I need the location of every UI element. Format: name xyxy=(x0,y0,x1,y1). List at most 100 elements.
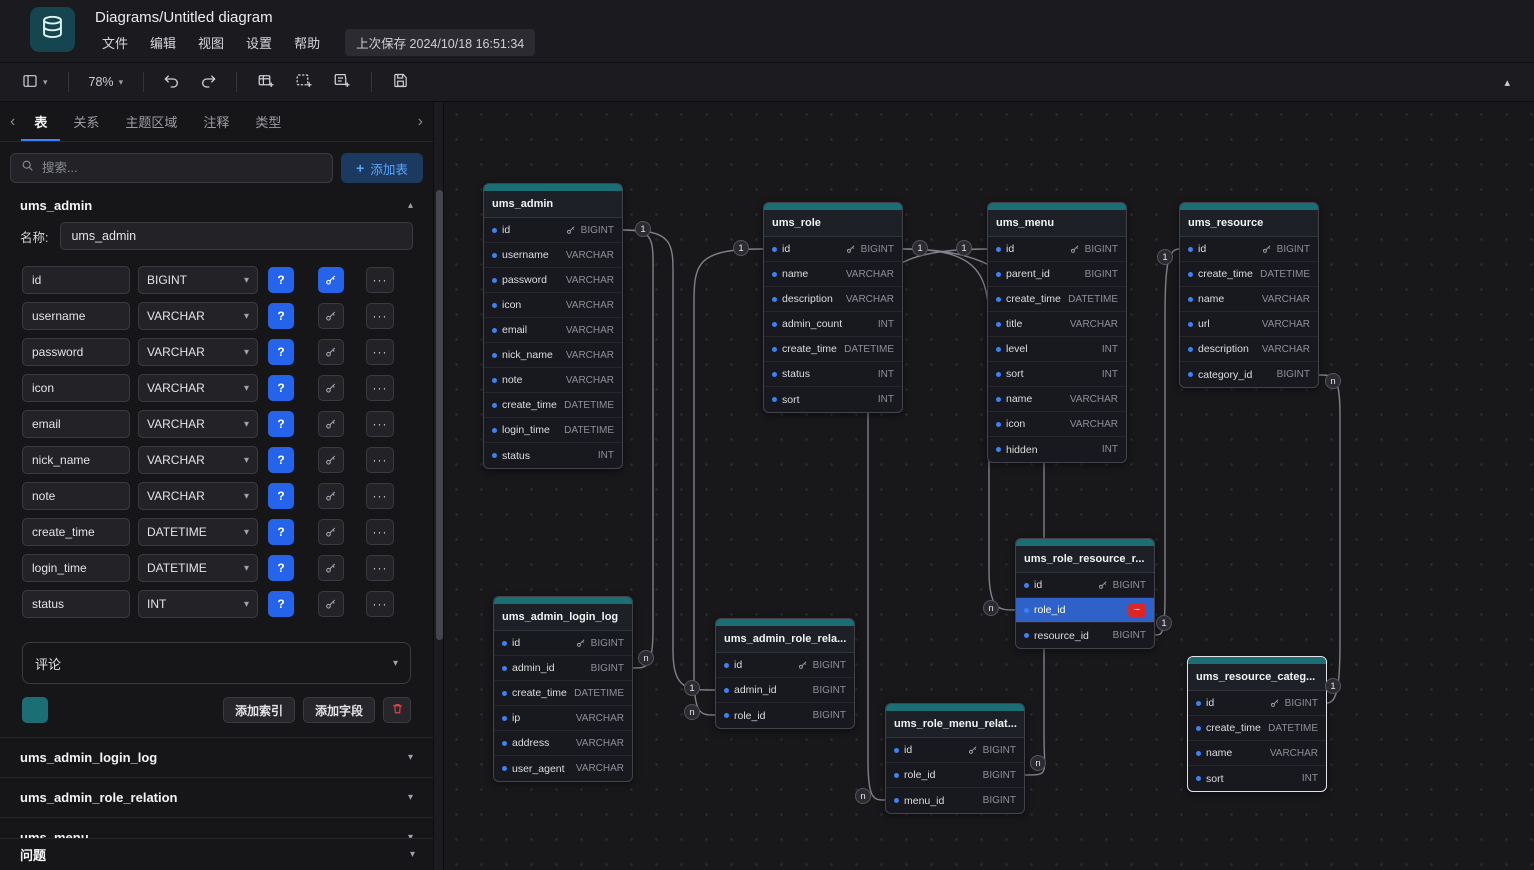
diagram-field-row[interactable]: name VARCHAR xyxy=(1180,287,1318,312)
field-key-button[interactable] xyxy=(318,375,344,401)
diagram-field-row[interactable]: id BIGINT xyxy=(886,738,1024,763)
diagram-table-ums_admin_role_relation[interactable]: ums_admin_role_rela... id BIGINT admin_i… xyxy=(715,618,855,729)
field-more-button[interactable]: ··· xyxy=(366,303,394,329)
field-more-button[interactable]: ··· xyxy=(366,483,394,509)
diagram-field-row[interactable]: create_time DATETIME xyxy=(764,337,902,362)
field-nullable-button[interactable]: ? xyxy=(268,411,294,437)
field-more-button[interactable]: ··· xyxy=(366,339,394,365)
delete-table-button[interactable] xyxy=(383,697,411,723)
field-type-select[interactable]: INT▾ xyxy=(138,590,258,618)
field-key-button[interactable] xyxy=(318,591,344,617)
relationship-edge[interactable] xyxy=(623,230,715,690)
field-more-button[interactable]: ··· xyxy=(366,375,394,401)
diagram-field-row[interactable]: sort INT xyxy=(1188,766,1326,791)
diagram-field-row[interactable]: create_time DATETIME xyxy=(1180,262,1318,287)
field-type-select[interactable]: VARCHAR▾ xyxy=(138,302,258,330)
table-accordion-ums_menu[interactable]: ums_menu ▾ xyxy=(0,818,433,838)
field-type-select[interactable]: VARCHAR▾ xyxy=(138,446,258,474)
table-accordion-ums_admin_role_relation[interactable]: ums_admin_role_relation ▾ xyxy=(0,778,433,818)
field-name-input[interactable] xyxy=(22,302,130,330)
menu-item[interactable]: 视图 xyxy=(187,29,235,56)
field-name-input[interactable] xyxy=(22,554,130,582)
diagram-field-row[interactable]: description VARCHAR xyxy=(764,287,902,312)
zoom-dropdown[interactable]: 78% ▾ xyxy=(81,70,132,94)
scrollbar-thumb[interactable] xyxy=(436,190,443,640)
field-name-input[interactable] xyxy=(22,410,130,438)
diagram-field-row[interactable]: id BIGINT xyxy=(494,631,632,656)
diagram-field-row[interactable]: user_agent VARCHAR xyxy=(494,756,632,781)
redo-button[interactable] xyxy=(192,68,224,97)
add-table-button[interactable]: + 添加表 xyxy=(341,153,423,183)
tab-关系[interactable]: 关系 xyxy=(60,102,112,141)
diagram-field-row[interactable]: name VARCHAR xyxy=(764,262,902,287)
diagram-field-row[interactable]: login_time DATETIME xyxy=(484,418,622,443)
field-nullable-button[interactable]: ? xyxy=(268,447,294,473)
diagram-field-row[interactable]: role_id BIGINT xyxy=(716,703,854,728)
diagram-field-row[interactable]: name VARCHAR xyxy=(1188,741,1326,766)
menu-item[interactable]: 文件 xyxy=(91,29,139,56)
add-note-tool-button[interactable] xyxy=(325,67,359,98)
diagram-field-row[interactable]: create_time DATETIME xyxy=(988,287,1126,312)
field-type-select[interactable]: DATETIME▾ xyxy=(138,518,258,546)
field-key-button[interactable] xyxy=(318,447,344,473)
diagram-field-row[interactable]: resource_id BIGINT xyxy=(1016,623,1154,648)
diagram-field-row[interactable]: id BIGINT xyxy=(1016,573,1154,598)
diagram-field-row[interactable]: address VARCHAR xyxy=(494,731,632,756)
diagram-field-row[interactable]: id BIGINT xyxy=(484,218,622,243)
field-key-button[interactable] xyxy=(318,411,344,437)
field-name-input[interactable] xyxy=(22,590,130,618)
field-key-button[interactable] xyxy=(318,555,344,581)
diagram-field-row[interactable]: sort INT xyxy=(764,387,902,412)
diagram-field-row[interactable]: create_time DATETIME xyxy=(484,393,622,418)
diagram-field-row[interactable]: note VARCHAR xyxy=(484,368,622,393)
diagram-field-row[interactable]: status INT xyxy=(764,362,902,387)
menu-item[interactable]: 设置 xyxy=(235,29,283,56)
table-name-input[interactable] xyxy=(60,222,413,250)
diagram-field-row[interactable]: id BIGINT xyxy=(716,653,854,678)
diagram-field-row[interactable]: id BIGINT xyxy=(1188,691,1326,716)
diagram-field-row[interactable]: hidden INT xyxy=(988,437,1126,462)
tab-主题区域[interactable]: 主题区域 xyxy=(112,102,190,141)
diagram-field-row[interactable]: id BIGINT xyxy=(764,237,902,262)
field-name-input[interactable] xyxy=(22,338,130,366)
relationship-edge[interactable] xyxy=(1155,249,1179,635)
field-nullable-button[interactable]: ? xyxy=(268,267,294,293)
diagram-field-row[interactable]: admin_id BIGINT xyxy=(716,678,854,703)
field-more-button[interactable]: ··· xyxy=(366,267,394,293)
diagram-field-row[interactable]: role_id BIGINT xyxy=(886,763,1024,788)
table-accordion-ums_admin_login_log[interactable]: ums_admin_login_log ▾ xyxy=(0,738,433,778)
save-button[interactable] xyxy=(384,67,417,97)
undo-button[interactable] xyxy=(156,68,188,97)
diagram-field-row[interactable]: category_id BIGINT xyxy=(1180,362,1318,387)
field-key-button[interactable] xyxy=(318,267,344,293)
sidebar-scrollbar[interactable] xyxy=(433,102,444,870)
field-more-button[interactable]: ··· xyxy=(366,591,394,617)
diagram-table-ums_role_resource_relation[interactable]: ums_role_resource_r... id BIGINT role_id… xyxy=(1015,538,1155,649)
diagram-field-row[interactable]: sort INT xyxy=(988,362,1126,387)
diagram-field-row[interactable]: admin_id BIGINT xyxy=(494,656,632,681)
field-more-button[interactable]: ··· xyxy=(366,555,394,581)
diagram-table-ums_role_menu_relation[interactable]: ums_role_menu_relat... id BIGINT role_id… xyxy=(885,703,1025,814)
diagram-canvas[interactable]: ums_admin id BIGINT username VARCHAR pas… xyxy=(444,102,1534,870)
table-accordion-ums-admin[interactable]: ums_admin ▴ xyxy=(0,187,433,220)
field-name-input[interactable] xyxy=(22,266,130,294)
field-nullable-button[interactable]: ? xyxy=(268,483,294,509)
remove-field-button[interactable]: − xyxy=(1128,604,1146,617)
diagram-field-row[interactable]: parent_id BIGINT xyxy=(988,262,1126,287)
diagram-field-row[interactable]: id BIGINT xyxy=(988,237,1126,262)
tab-类型[interactable]: 类型 xyxy=(242,102,294,141)
add-index-button[interactable]: 添加索引 xyxy=(223,697,295,723)
tab-注释[interactable]: 注释 xyxy=(190,102,242,141)
field-type-select[interactable]: BIGINT▾ xyxy=(138,266,258,294)
layout-menu-button[interactable]: ▾ xyxy=(14,68,56,97)
diagram-field-row[interactable]: url VARCHAR xyxy=(1180,312,1318,337)
field-type-select[interactable]: DATETIME▾ xyxy=(138,554,258,582)
field-name-input[interactable] xyxy=(22,446,130,474)
field-name-input[interactable] xyxy=(22,518,130,546)
relationship-edge[interactable] xyxy=(1319,375,1340,703)
field-more-button[interactable]: ··· xyxy=(366,519,394,545)
field-nullable-button[interactable]: ? xyxy=(268,339,294,365)
diagram-field-row[interactable]: icon VARCHAR xyxy=(484,293,622,318)
field-more-button[interactable]: ··· xyxy=(366,447,394,473)
diagram-field-row[interactable]: menu_id BIGINT xyxy=(886,788,1024,813)
